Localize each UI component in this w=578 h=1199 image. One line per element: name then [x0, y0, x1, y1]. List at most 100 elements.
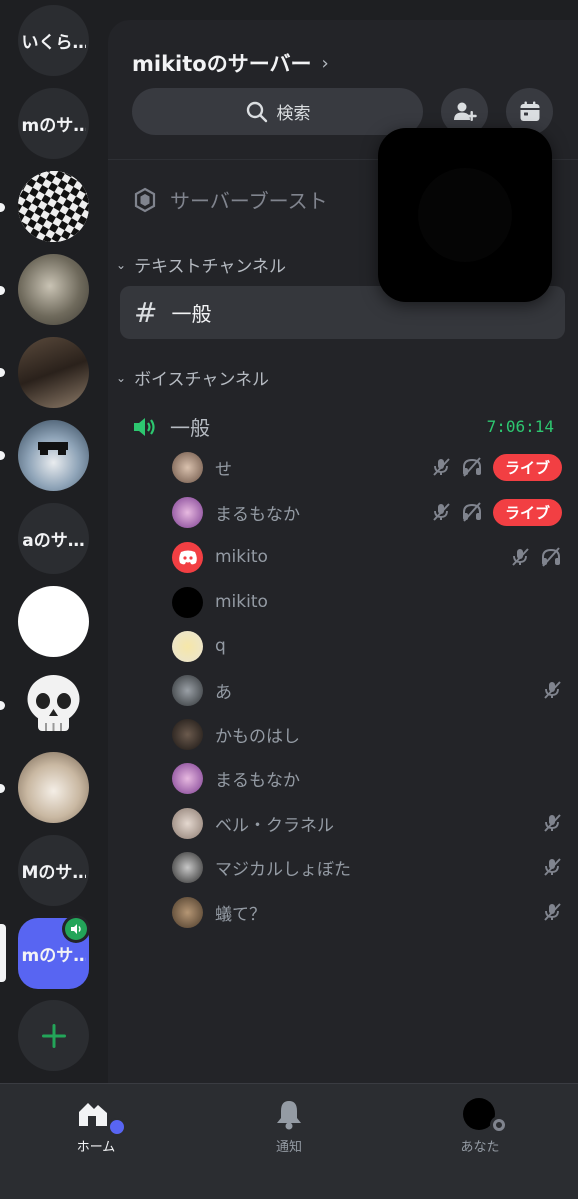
avatar	[172, 630, 203, 662]
member-name: mikito	[215, 592, 268, 612]
boost-gem-icon	[134, 187, 156, 212]
server-icon-a[interactable]: aのサ…	[18, 503, 89, 574]
mic-muted-icon	[544, 681, 561, 699]
category-label: テキストチャンネル	[134, 257, 287, 277]
add-user-icon	[453, 102, 477, 121]
bell-icon	[277, 1101, 301, 1130]
server-icon-ikura[interactable]: いくら…	[18, 5, 89, 76]
category-label: ボイスチャンネル	[134, 370, 270, 390]
tab-label: あなた	[460, 1140, 500, 1155]
voice-member[interactable]: mikito	[172, 541, 562, 573]
plus-icon	[41, 1023, 66, 1048]
mic-muted-icon	[544, 858, 561, 876]
avatar	[172, 896, 203, 928]
server-icon-photo-2[interactable]	[18, 337, 89, 408]
channel-name: 一般	[171, 302, 212, 326]
mic-muted-icon	[433, 503, 450, 521]
member-name: せ	[215, 459, 232, 480]
member-name: ベル・クラネル	[215, 815, 334, 836]
avatar	[172, 541, 203, 573]
voice-member[interactable]: 蟻て？	[172, 896, 562, 928]
voice-member[interactable]: mikito	[172, 586, 562, 618]
voice-activity-badge	[62, 915, 90, 943]
unread-indicator	[0, 701, 5, 710]
member-name: 蟻て？	[215, 904, 266, 925]
live-badge: ライブ	[492, 498, 562, 526]
avatar	[172, 851, 203, 883]
voice-member[interactable]: あ	[172, 674, 562, 706]
server-icon-M[interactable]: Mのサ…	[18, 835, 89, 906]
skull-icon	[27, 675, 80, 731]
tab-label: 通知	[275, 1140, 302, 1155]
deafened-icon	[462, 457, 481, 477]
member-name: まるもなか	[215, 770, 300, 791]
tab-label: ホーム	[76, 1140, 116, 1155]
mic-muted-icon	[544, 814, 561, 832]
voice-member[interactable]: ベル・クラネル	[172, 807, 562, 839]
voice-channel-general[interactable]: 一般	[132, 412, 210, 441]
server-icon-white[interactable]	[18, 586, 89, 657]
mic-muted-icon	[433, 458, 450, 476]
member-name: まるもなか	[215, 504, 300, 525]
add-server-button[interactable]	[18, 1000, 89, 1071]
server-icon-m1[interactable]: mのサ…	[18, 88, 89, 159]
voice-member[interactable]: かものはし	[172, 718, 562, 750]
chevron-down-icon: ⌄	[116, 370, 127, 385]
unread-indicator	[0, 203, 5, 212]
tab-home[interactable]: ホーム	[76, 1098, 126, 1155]
speaker-icon	[71, 924, 81, 934]
server-icon-anime[interactable]	[18, 420, 89, 491]
avatar	[172, 451, 203, 483]
server-rail: いくら… mのサ… aのサ… Mのサ… mのサ…	[0, 0, 108, 1083]
chevron-right-icon: ›	[321, 52, 329, 74]
avatar	[172, 674, 203, 706]
live-badge: ライブ	[492, 453, 562, 481]
unread-indicator	[0, 286, 5, 295]
server-boost-item[interactable]: サーバーブースト	[134, 185, 328, 214]
avatar	[172, 807, 203, 839]
home-icon	[79, 1103, 107, 1126]
voice-member[interactable]: マジカルしょぼた	[172, 851, 562, 883]
voice-member[interactable]: q	[172, 630, 562, 662]
search-icon	[246, 101, 267, 122]
voice-member[interactable]: まるもなか	[172, 762, 562, 794]
tab-you[interactable]: あなた	[460, 1098, 508, 1155]
server-icon-cat[interactable]	[18, 752, 89, 823]
mic-muted-icon	[512, 548, 529, 566]
avatar	[172, 586, 203, 618]
voice-member[interactable]: せ ライブ	[172, 451, 562, 483]
member-name: mikito	[215, 547, 268, 567]
server-name: mikitoのサーバー	[132, 52, 312, 76]
server-title[interactable]: mikitoのサーバー ›	[132, 48, 329, 78]
discord-logo-icon	[178, 550, 197, 565]
server-icon-photo-1[interactable]	[18, 254, 89, 325]
member-name: かものはし	[215, 726, 300, 747]
category-text-channels[interactable]: ⌄ テキストチャンネル	[116, 252, 286, 277]
search-label: 検索	[276, 104, 311, 124]
chevron-down-icon: ⌄	[116, 257, 127, 272]
tab-notifications[interactable]: 通知	[274, 1098, 304, 1155]
member-name: マジカルしょぼた	[215, 859, 351, 880]
member-name: q	[215, 636, 226, 656]
boost-label: サーバーブースト	[170, 189, 328, 213]
hash-icon: #	[134, 296, 158, 329]
voice-member[interactable]: まるもなか ライブ	[172, 496, 562, 528]
deafened-icon	[462, 502, 481, 522]
unread-indicator	[0, 784, 5, 793]
search-button[interactable]: 検索	[132, 88, 423, 135]
mic-muted-icon	[544, 903, 561, 921]
voice-channel-name: 一般	[170, 416, 210, 440]
status-indicator	[490, 1116, 508, 1134]
avatar	[172, 718, 203, 750]
category-voice-channels[interactable]: ⌄ ボイスチャンネル	[116, 365, 269, 390]
selected-indicator	[0, 924, 6, 982]
floating-overlay[interactable]	[378, 128, 552, 302]
unread-indicator	[0, 368, 5, 377]
server-icon-checker[interactable]	[18, 171, 89, 242]
speaker-icon	[134, 417, 155, 436]
server-icon-skull[interactable]	[18, 669, 89, 740]
member-name: あ	[215, 682, 232, 703]
avatar	[172, 762, 203, 794]
unread-indicator	[0, 451, 5, 460]
overlay-avatar	[418, 168, 512, 262]
